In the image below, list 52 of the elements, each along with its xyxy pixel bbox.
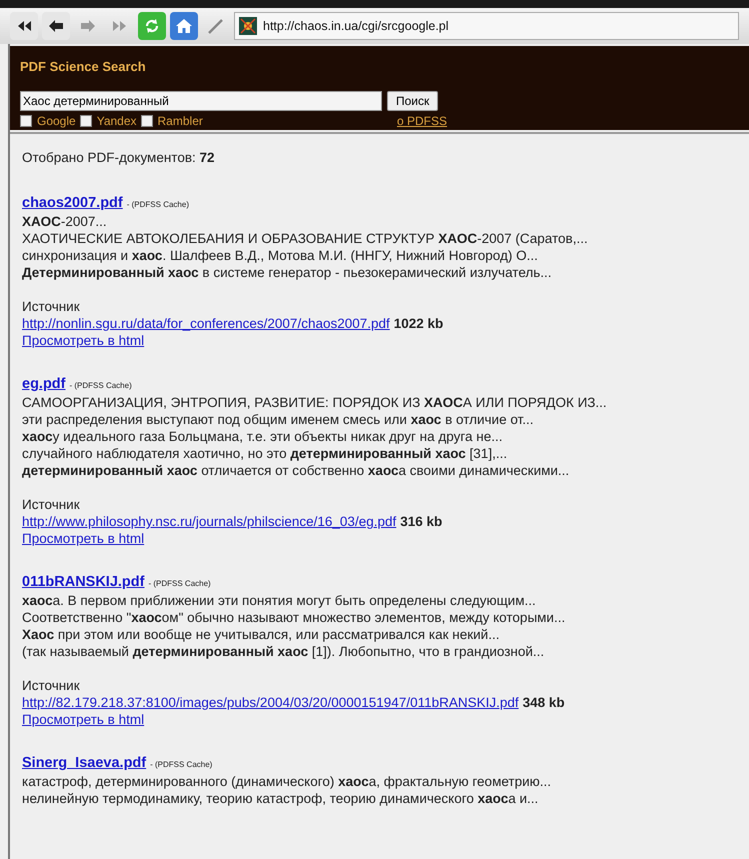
site-icon bbox=[239, 17, 257, 35]
snippet-line: ХАОС-2007... bbox=[22, 213, 108, 230]
search-field[interactable]: Хаос детерминированный bbox=[20, 90, 382, 110]
snippet-line: катастроф, детерминированного (динамического) хаоса, фрактальную геометрию... bbox=[22, 773, 552, 790]
source-url-link[interactable]: http://nonlin.sgu.ru/data/for_conferences/2007/chaos2007.pdf bbox=[22, 315, 390, 332]
snippet-line: синхронизация и хаос. Шалфеев В.Д., Мотова М.И. (ННГУ, Нижний Новгород) О... bbox=[22, 247, 539, 264]
source-label: Источник bbox=[22, 298, 81, 316]
engine-label: Google bbox=[37, 112, 76, 130]
engine-label: Rambler bbox=[158, 112, 203, 130]
engine-label: Yandex bbox=[96, 112, 137, 130]
file-size: 1022 kb bbox=[394, 315, 444, 332]
result-title-link[interactable]: 011bRANSKIJ.pdf bbox=[22, 574, 144, 592]
snippet-line: ХАОТИЧЕСКИЕ АВТОКОЛЕБАНИЯ И ОБРАЗОВАНИЕ СТРУКТУР ХАОС-2007 (Саратов,... bbox=[22, 230, 589, 248]
cache-note: - (PDFSS Cache) bbox=[126, 199, 189, 212]
file-size: 316 kb bbox=[400, 513, 442, 530]
engine-checkbox[interactable] bbox=[80, 114, 92, 126]
results-count: Отобрано PDF-документов: 72 bbox=[22, 149, 216, 167]
view-html-link[interactable]: Просмотреть в html bbox=[22, 530, 144, 548]
snippet-line: эти распределения выступают под общим именем смесь или хаос в отличие от... bbox=[22, 411, 534, 428]
engine-checkbox[interactable] bbox=[140, 114, 153, 126]
snippet-line: (так называемый детерминированный хаос [1]). Любопытно, что в грандиозной... bbox=[22, 643, 546, 660]
source-url-link[interactable]: http://www.philosophy.nsc.ru/journals/philscience/16_03/eg.pdf bbox=[22, 513, 396, 530]
snippet-line: случайного наблюдателя хаотично, но это детерминированный хаос [31],... bbox=[22, 445, 508, 462]
result-title-link[interactable]: eg.pdf bbox=[22, 376, 66, 394]
result-title-link[interactable]: chaos2007.pdf bbox=[22, 195, 123, 212]
snippet-line: САМООРГАНИЗАЦИЯ, ЭНТРОПИЯ, РАЗВИТИЕ: ПОРЯДОК ИЗ ХАОСА ИЛИ ПОРЯДОК ИЗ... bbox=[22, 394, 608, 412]
search-button[interactable]: Поиск bbox=[387, 90, 438, 110]
source-label: Источник bbox=[22, 677, 81, 694]
rewind-icon[interactable] bbox=[10, 12, 38, 40]
address-bar[interactable]: http://chaos.in.ua/cgi/srcgoogle.pl bbox=[234, 12, 739, 40]
address-text: http://chaos.in.ua/cgi/srcgoogle.pl bbox=[263, 18, 449, 35]
view-html-link[interactable]: Просмотреть в html bbox=[22, 711, 144, 728]
snippet-line: нелинейную термодинамику, теорию катастроф, теорию динамического хаоса и... bbox=[22, 790, 540, 808]
source-label: Источник bbox=[22, 496, 81, 514]
cache-note: - (PDFSS Cache) bbox=[148, 578, 211, 590]
refresh-icon[interactable] bbox=[138, 12, 166, 40]
cache-note: - (PDFSS Cache) bbox=[70, 380, 132, 392]
view-html-link[interactable]: Просмотреть в html bbox=[22, 332, 144, 350]
result-title-link[interactable]: Sinerg_Isaeva.pdf bbox=[22, 755, 146, 772]
site-title: PDF Science Search bbox=[20, 58, 147, 76]
home-icon[interactable] bbox=[170, 12, 198, 40]
snippet-line: Детерминированный хаос в системе генератор - пьезокерамический излучатель... bbox=[22, 264, 553, 282]
about-link[interactable]: о PDFSS bbox=[397, 112, 448, 130]
cache-note: - (PDFSS Cache) bbox=[150, 759, 212, 772]
file-size: 348 kb bbox=[522, 694, 565, 712]
engine-checkbox[interactable] bbox=[20, 114, 32, 126]
source-url-link[interactable]: http://82.179.218.37:8100/images/pubs/2004/03/20/0000151947/011bRANSKIJ.pdf bbox=[22, 694, 519, 712]
snippet-line: хаосу идеального газа Больцмана, т.е. эти объекты никак друг на друга не... bbox=[22, 428, 504, 446]
snippet-line: хаоса. В первом приближении эти понятия могут быть определены следующим... bbox=[22, 592, 537, 610]
snippet-line: Соответственно "хаосом" обычно называют множество элементов, между которыми... bbox=[22, 609, 566, 626]
snippet-line: Хаос при этом или вообще не учитывался, или рассматривался как некий... bbox=[22, 626, 500, 644]
snippet-line: детерминированный хаос отличается от собственно хаоса своими динамическими... bbox=[22, 462, 570, 480]
